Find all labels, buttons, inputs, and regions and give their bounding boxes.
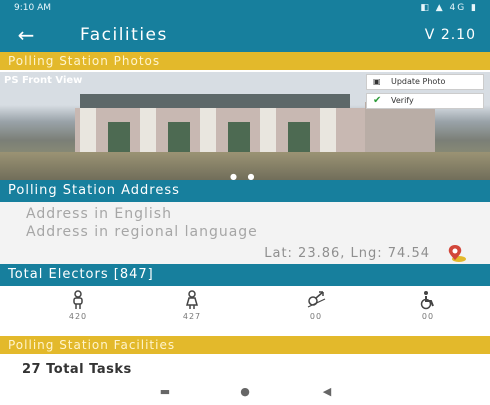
verify-button[interactable]: ✔ Verify bbox=[366, 93, 484, 109]
recents-button[interactable]: ▬ bbox=[150, 385, 180, 401]
checkmark-icon: ✔ bbox=[373, 95, 382, 106]
status-bar: 9:10 AM ◧ ▲ 4G ▮ bbox=[0, 0, 490, 18]
address-regional-field[interactable]: Address in regional language bbox=[26, 224, 258, 240]
male-voter-icon bbox=[73, 290, 83, 309]
page-title: Facilities bbox=[80, 25, 168, 45]
electors-row: 420 427 00 00 bbox=[0, 286, 490, 332]
back-nav-button[interactable]: ◀ bbox=[312, 385, 342, 401]
facilities-section-header: Polling Station Facilities bbox=[0, 336, 490, 354]
photo-caption: PS Front View bbox=[4, 75, 83, 86]
address-section-header: Polling Station Address bbox=[0, 180, 490, 202]
app-version: V 2.10 bbox=[424, 27, 476, 43]
update-photo-button[interactable]: ▣ Update Photo bbox=[366, 74, 484, 90]
address-panel: Address in English Address in regional l… bbox=[0, 202, 490, 264]
electors-section-header: Total Electors [847] bbox=[0, 264, 490, 286]
address-english-field[interactable]: Address in English bbox=[26, 206, 172, 222]
female-voter-icon bbox=[186, 290, 198, 309]
camera-icon: ▣ bbox=[373, 77, 381, 86]
elector-female: 427 bbox=[162, 290, 222, 321]
system-nav-bar: ▬ ● ◀ bbox=[0, 381, 490, 405]
male-count: 420 bbox=[68, 312, 88, 321]
location-pin-icon[interactable] bbox=[446, 244, 468, 264]
female-count: 427 bbox=[182, 312, 202, 321]
app-bar: ← Facilities V 2.10 bbox=[0, 18, 490, 52]
third-gender-icon bbox=[307, 291, 326, 308]
total-tasks-text[interactable]: 27 Total Tasks bbox=[22, 362, 132, 377]
home-button[interactable]: ● bbox=[230, 385, 260, 401]
elector-male: 420 bbox=[48, 290, 108, 321]
lat-lng-text: Lat: 23.86, Lng: 74.54 bbox=[264, 246, 430, 261]
status-icons: ◧ ▲ 4G ▮ bbox=[420, 3, 478, 13]
elector-disabled: 00 bbox=[398, 290, 458, 321]
third-gender-count: 00 bbox=[309, 312, 323, 321]
elector-third-gender: 00 bbox=[286, 290, 346, 321]
disabled-count: 00 bbox=[421, 312, 435, 321]
back-arrow-icon[interactable]: ← bbox=[12, 23, 40, 47]
photos-section-header: Polling Station Photos bbox=[0, 52, 490, 70]
disabled-voter-icon bbox=[420, 291, 434, 310]
status-time: 9:10 AM bbox=[14, 3, 51, 13]
